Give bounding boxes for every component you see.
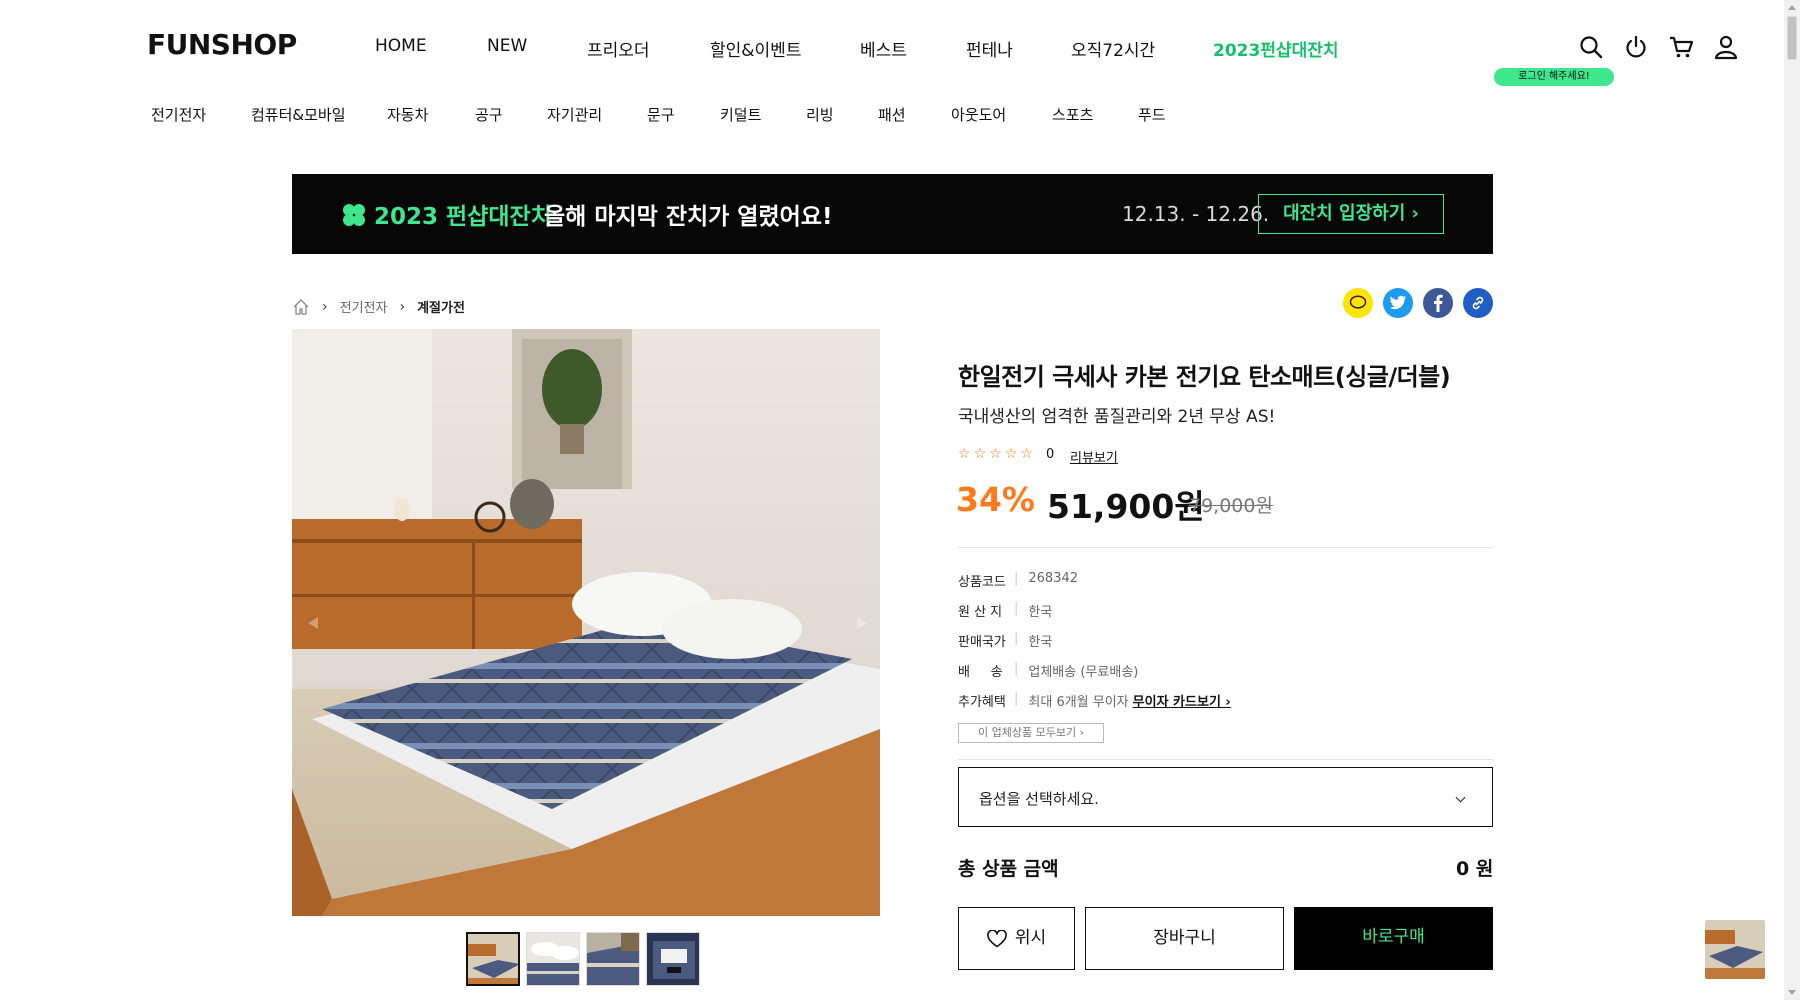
home-icon[interactable] bbox=[292, 298, 310, 316]
category-electronics[interactable]: 전기전자 bbox=[151, 104, 206, 125]
banner-title: 2023 펀샵대잔치 bbox=[374, 204, 552, 230]
star-empty-icon: ☆ bbox=[973, 446, 987, 462]
wish-button[interactable]: 위시 bbox=[958, 907, 1075, 970]
breadcrumb-level2[interactable]: 계절가전 bbox=[417, 297, 465, 316]
category-food[interactable]: 푸드 bbox=[1138, 104, 1166, 125]
nav-only72[interactable]: 오직72시간 bbox=[1071, 36, 1155, 61]
review-count: 0 bbox=[1046, 447, 1055, 462]
product-title: 한일전기 극세사 카본 전기요 탄소매트(싱글/더블) bbox=[958, 363, 1451, 391]
info-value: 한국 bbox=[1028, 635, 1053, 650]
star-empty-icon: ☆ bbox=[1020, 446, 1033, 462]
twitter-icon[interactable] bbox=[1383, 288, 1413, 318]
info-value: 최대 6개월 무이자 bbox=[1028, 695, 1129, 710]
category-fashion[interactable]: 패션 bbox=[878, 104, 906, 125]
info-row-sale-country: 판매국가 | 한국 bbox=[958, 631, 1053, 650]
breadcrumb-chevron-icon: › bbox=[322, 298, 328, 315]
info-label: 배 송 bbox=[958, 665, 1003, 680]
banner-date: 12.13. - 12.26. bbox=[1122, 202, 1270, 226]
search-icon[interactable] bbox=[1578, 34, 1604, 64]
category-selfcare[interactable]: 자기관리 bbox=[547, 104, 602, 125]
vertical-scrollbar[interactable] bbox=[1784, 0, 1800, 1000]
divider bbox=[958, 759, 1493, 760]
thumbnail-4[interactable] bbox=[646, 932, 700, 986]
scroll-up-icon[interactable] bbox=[1788, 5, 1796, 10]
category-stationery[interactable]: 문구 bbox=[647, 104, 675, 125]
category-outdoor[interactable]: 아웃도어 bbox=[951, 104, 1006, 125]
divider bbox=[958, 547, 1493, 548]
info-label: 판매국가 bbox=[958, 635, 1006, 650]
breadcrumb: › 전기전자 › 계절가전 bbox=[292, 297, 465, 316]
buy-now-button[interactable]: 바로구매 bbox=[1294, 907, 1493, 970]
cart-icon[interactable] bbox=[1668, 34, 1694, 64]
login-reminder-badge[interactable]: 로그인 해주세요! bbox=[1494, 68, 1614, 86]
user-icon[interactable] bbox=[1713, 34, 1739, 64]
heart-icon bbox=[987, 929, 1007, 947]
festival-banner[interactable]: 2023 펀샵대잔치 올해 마지막 잔치가 열렸어요! 12.13. - 12.… bbox=[292, 174, 1493, 254]
category-car[interactable]: 자동차 bbox=[387, 104, 428, 125]
category-computer-mobile[interactable]: 컴퓨터&모바일 bbox=[251, 104, 346, 125]
info-row-benefit: 추가혜택 | 최대 6개월 무이자 무이자 카드보기 › bbox=[958, 691, 1231, 710]
product-subtitle: 국내생산의 엄격한 품질관리와 2년 무상 AS! bbox=[958, 407, 1276, 427]
info-value: 업체배송 (무료배송) bbox=[1028, 665, 1139, 680]
chevron-down-icon bbox=[1455, 792, 1466, 803]
wish-button-label: 위시 bbox=[1014, 928, 1047, 948]
info-label: 상품코드 bbox=[958, 575, 1006, 590]
thumbnail-2[interactable] bbox=[526, 932, 580, 986]
total-price-label: 총 상품 금액 bbox=[958, 858, 1059, 880]
facebook-icon[interactable] bbox=[1423, 288, 1453, 318]
breadcrumb-chevron-icon: › bbox=[399, 298, 406, 315]
clover-icon bbox=[343, 204, 365, 226]
nav-best[interactable]: 베스트 bbox=[860, 36, 907, 61]
star-empty-icon: ☆ bbox=[1004, 446, 1018, 462]
category-living[interactable]: 리빙 bbox=[806, 104, 834, 125]
info-row-product-code: 상품코드 | 268342 bbox=[958, 571, 1079, 590]
nav-home[interactable]: HOME bbox=[375, 36, 427, 56]
scrollbar-thumb[interactable] bbox=[1787, 16, 1797, 60]
nav-sale-event[interactable]: 할인&이벤트 bbox=[710, 36, 801, 61]
scroll-down-icon[interactable] bbox=[1788, 990, 1796, 995]
option-select[interactable]: 옵션을 선택하세요. bbox=[958, 767, 1493, 827]
info-value: 268342 bbox=[1028, 571, 1079, 586]
thumbnail-3[interactable] bbox=[586, 932, 640, 986]
rating-stars: ☆ ☆ ☆ ☆ ☆ bbox=[958, 447, 1033, 461]
total-price-value: 0 원 bbox=[1456, 858, 1494, 880]
info-row-origin: 원 산 지 | 한국 bbox=[958, 601, 1053, 620]
discount-rate: 34% bbox=[956, 480, 1035, 519]
thumbnail-list bbox=[466, 932, 700, 986]
original-price: 79,000원 bbox=[1189, 495, 1273, 517]
info-value: 한국 bbox=[1028, 605, 1053, 620]
breadcrumb-level1[interactable]: 전기전자 bbox=[340, 297, 388, 316]
funshop-logo[interactable]: FUNSHOP bbox=[147, 28, 297, 61]
review-link[interactable]: 리뷰보기 bbox=[1070, 447, 1118, 466]
nav-new[interactable]: NEW bbox=[487, 36, 527, 56]
kakaotalk-icon[interactable] bbox=[1343, 288, 1373, 318]
info-label: 추가혜택 bbox=[958, 695, 1006, 710]
link-icon[interactable] bbox=[1463, 288, 1493, 318]
banner-enter-button[interactable]: 대잔치 입장하기 › bbox=[1258, 194, 1444, 234]
recent-viewed-thumbnail[interactable] bbox=[1705, 920, 1765, 979]
info-row-delivery: 배 송 | 업체배송 (무료배송) bbox=[958, 661, 1139, 680]
power-icon[interactable] bbox=[1623, 34, 1649, 64]
add-to-cart-button[interactable]: 장바구니 bbox=[1085, 907, 1284, 970]
banner-subtitle: 올해 마지막 잔치가 열렸어요! bbox=[544, 204, 833, 230]
nav-festival[interactable]: 2023펀샵대잔치 bbox=[1213, 36, 1339, 61]
star-empty-icon: ☆ bbox=[989, 446, 1002, 462]
seller-all-products-button[interactable]: 이 업체상품 모두보기 › bbox=[958, 723, 1104, 743]
nav-preorder[interactable]: 프리오더 bbox=[587, 36, 650, 61]
interest-free-card-link[interactable]: 무이자 카드보기 › bbox=[1133, 691, 1231, 710]
info-label: 원 산 지 bbox=[958, 605, 1003, 620]
thumbnail-1[interactable] bbox=[466, 932, 520, 986]
star-empty-icon: ☆ bbox=[958, 446, 971, 462]
option-select-value: 옵션을 선택하세요. bbox=[979, 790, 1099, 808]
nav-funtenna[interactable]: 펀테나 bbox=[966, 36, 1013, 61]
category-kidult[interactable]: 키덜트 bbox=[720, 104, 761, 125]
product-main-image[interactable] bbox=[292, 329, 880, 916]
category-tools[interactable]: 공구 bbox=[475, 104, 503, 125]
category-sports[interactable]: 스포츠 bbox=[1052, 104, 1093, 125]
sale-price: 51,900원 bbox=[1047, 487, 1205, 526]
